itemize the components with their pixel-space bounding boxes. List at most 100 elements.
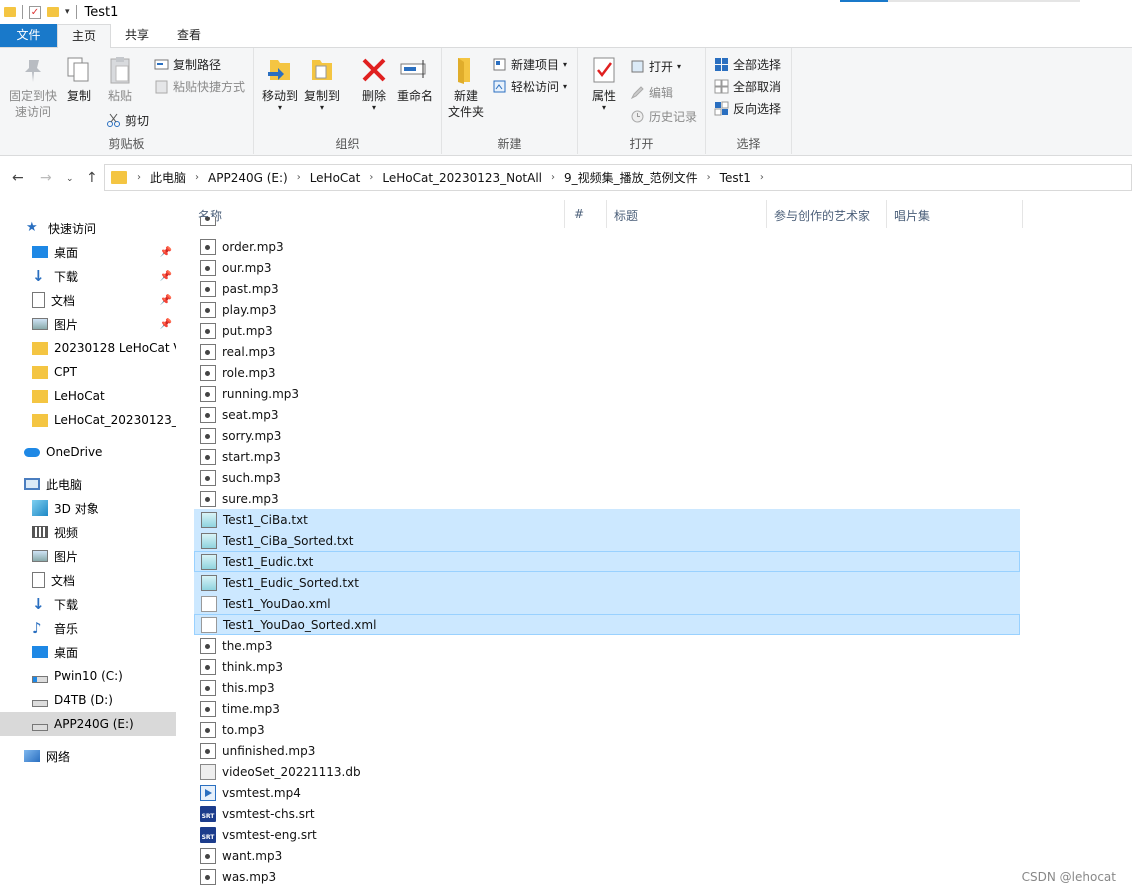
back-arrow-icon[interactable]: ←	[12, 170, 24, 186]
breadcrumb-test1[interactable]: Test1	[715, 171, 756, 185]
cut-button[interactable]: 剪切	[106, 112, 149, 129]
tab-share[interactable]: 共享	[111, 24, 163, 47]
select-all-button[interactable]: 全部选择	[714, 56, 781, 73]
table-row[interactable]: running.mp3	[194, 383, 1020, 404]
new-folder-button[interactable]: 新建 文件夹	[448, 54, 484, 120]
table-row[interactable]: role.mp3	[194, 362, 1020, 383]
nav-3d-objects[interactable]: 3D 对象	[0, 496, 176, 520]
easy-access-button[interactable]: 轻松访问 ▾	[492, 78, 567, 95]
new-item-button[interactable]: 新建项目 ▾	[492, 56, 567, 73]
table-row[interactable]: play.mp3	[194, 299, 1020, 320]
table-row[interactable]: seat.mp3	[194, 404, 1020, 425]
nav-quick-access[interactable]: ★ 快速访问	[0, 216, 176, 240]
open-button[interactable]: 打开 ▾	[630, 58, 681, 75]
nav-pictures[interactable]: 图片 📌	[0, 312, 176, 336]
table-row[interactable]: Test1_YouDao_Sorted.xml	[194, 614, 1020, 635]
table-row[interactable]: such.mp3	[194, 467, 1020, 488]
table-row[interactable]: sure.mp3	[194, 488, 1020, 509]
rename-button[interactable]: 重命名	[394, 54, 436, 104]
nav-videos[interactable]: 视频	[0, 520, 176, 544]
table-row[interactable]: vsmtest.mp4	[194, 782, 1020, 803]
table-row[interactable]: unfinished.mp3	[194, 740, 1020, 761]
new-folder-quick-icon[interactable]	[47, 7, 59, 17]
nav-documents[interactable]: 文档 📌	[0, 288, 176, 312]
column-separator[interactable]	[1022, 200, 1023, 228]
table-row[interactable]: to.mp3	[194, 719, 1020, 740]
table-row[interactable]: real.mp3	[194, 341, 1020, 362]
nav-music[interactable]: ♪ 音乐	[0, 616, 176, 640]
nav-desktop[interactable]: 桌面 📌	[0, 240, 176, 264]
chevron-right-icon[interactable]: ›	[703, 172, 715, 183]
breadcrumb-lehocat[interactable]: LeHoCat	[305, 171, 366, 185]
table-row[interactable]: SRT vsmtest-eng.srt	[194, 824, 1020, 845]
table-row[interactable]: this.mp3	[194, 677, 1020, 698]
chevron-right-icon[interactable]: ›	[756, 172, 768, 183]
nav-desktop-pc[interactable]: 桌面	[0, 640, 176, 664]
copy-button[interactable]: 复制	[62, 54, 96, 104]
history-button[interactable]: 历史记录	[630, 108, 697, 125]
nav-folder-20230128[interactable]: 20230128 LeHoCat Vi	[0, 336, 176, 360]
table-row[interactable]: past.mp3	[194, 278, 1020, 299]
table-row[interactable]: Test1_CiBa.txt	[194, 509, 1020, 530]
table-row[interactable]: order.mp3	[194, 236, 1020, 257]
move-to-button[interactable]: 移动到 ▾	[260, 54, 300, 112]
nav-this-pc[interactable]: 此电脑	[0, 472, 176, 496]
table-row[interactable]: videoSet_20221113.db	[194, 761, 1020, 782]
properties-quick-icon[interactable]: ✓	[29, 5, 41, 19]
chevron-right-icon[interactable]: ›	[293, 172, 305, 183]
pin-icon[interactable]: 📌	[160, 319, 172, 330]
invert-selection-button[interactable]: 反向选择	[714, 100, 781, 117]
tab-home[interactable]: 主页	[57, 24, 112, 48]
nav-folder-lehocat[interactable]: LeHoCat	[0, 384, 176, 408]
breadcrumb-video-set[interactable]: 9_视频集_播放_范例文件	[559, 169, 703, 186]
table-row[interactable]: was.mp3	[194, 866, 1020, 887]
paste-shortcut-button[interactable]: 粘贴快捷方式	[154, 78, 245, 95]
table-row[interactable]: time.mp3	[194, 698, 1020, 719]
table-row[interactable]: Test1_CiBa_Sorted.txt	[194, 530, 1020, 551]
table-row-clipped[interactable]	[194, 217, 1020, 227]
nav-network[interactable]: 网络	[0, 744, 176, 768]
nav-drive-e[interactable]: APP240G (E:)	[0, 712, 176, 736]
table-row[interactable]: start.mp3	[194, 446, 1020, 467]
breadcrumb-drive[interactable]: APP240G (E:)	[203, 171, 293, 185]
copy-path-button[interactable]: 复制路径	[154, 56, 221, 73]
delete-button[interactable]: 删除 ▾	[354, 54, 394, 112]
copy-to-button[interactable]: 复制到 ▾	[302, 54, 342, 112]
chevron-right-icon[interactable]: ›	[365, 172, 377, 183]
table-row[interactable]: think.mp3	[194, 656, 1020, 677]
forward-arrow-icon[interactable]: →	[40, 170, 52, 186]
table-row[interactable]: the.mp3	[194, 635, 1020, 656]
pin-quick-access-button[interactable]: 固定到快 速访问	[6, 54, 60, 120]
nav-pictures-pc[interactable]: 图片	[0, 544, 176, 568]
nav-downloads[interactable]: ↓ 下载 📌	[0, 264, 176, 288]
tab-file[interactable]: 文件	[0, 24, 57, 47]
recent-locations-chevron-icon[interactable]: ⌄	[66, 174, 74, 184]
chevron-right-icon[interactable]: ›	[133, 172, 145, 183]
pin-icon[interactable]: 📌	[160, 271, 172, 282]
table-row[interactable]: sorry.mp3	[194, 425, 1020, 446]
properties-button[interactable]: 属性 ▾	[586, 54, 622, 112]
tab-view[interactable]: 查看	[163, 24, 215, 47]
breadcrumb-notall[interactable]: LeHoCat_20230123_NotAll	[377, 171, 547, 185]
table-row[interactable]: put.mp3	[194, 320, 1020, 341]
table-row[interactable]: Test1_YouDao.xml	[194, 593, 1020, 614]
nav-folder-lehocat-20230123[interactable]: LeHoCat_20230123_A	[0, 408, 176, 432]
chevron-right-icon[interactable]: ›	[191, 172, 203, 183]
breadcrumb-this-pc[interactable]: 此电脑	[145, 169, 191, 186]
nav-downloads-pc[interactable]: ↓ 下载	[0, 592, 176, 616]
table-row[interactable]: Test1_Eudic.txt	[194, 551, 1020, 572]
nav-drive-d[interactable]: D4TB (D:)	[0, 688, 176, 712]
nav-onedrive[interactable]: OneDrive	[0, 440, 176, 464]
paste-button[interactable]: 粘贴	[100, 54, 140, 104]
address-bar[interactable]: › 此电脑 › APP240G (E:) › LeHoCat › LeHoCat…	[104, 164, 1132, 191]
customize-toolbar-chevron-icon[interactable]: ▾	[65, 7, 70, 17]
table-row[interactable]: our.mp3	[194, 257, 1020, 278]
pin-icon[interactable]: 📌	[160, 247, 172, 258]
select-none-button[interactable]: 全部取消	[714, 78, 781, 95]
up-arrow-icon[interactable]: ↑	[86, 170, 98, 186]
table-row[interactable]: Test1_Eudic_Sorted.txt	[194, 572, 1020, 593]
pin-icon[interactable]: 📌	[160, 295, 172, 306]
table-row[interactable]: want.mp3	[194, 845, 1020, 866]
nav-documents-pc[interactable]: 文档	[0, 568, 176, 592]
table-row[interactable]: SRT vsmtest-chs.srt	[194, 803, 1020, 824]
